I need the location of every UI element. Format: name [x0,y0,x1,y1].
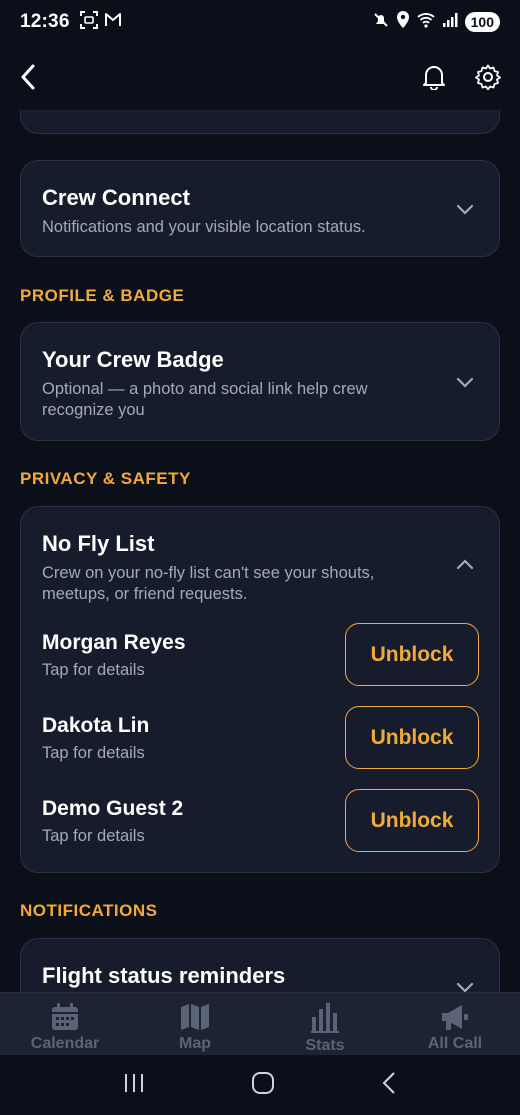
flight-status-title: Flight status reminders [42,963,286,988]
previous-card[interactable] [20,110,500,134]
app-header [0,44,520,110]
bottom-tab-bar: Calendar Map Stats All Call [0,992,520,1055]
home-icon[interactable] [251,1071,275,1100]
settings-scroll-area[interactable]: Crew Connect Notifications and your visi… [0,110,520,992]
unblock-button[interactable]: Unblock [345,623,479,686]
chevron-down-icon[interactable] [455,199,475,219]
gmail-icon [104,12,122,33]
unblock-button[interactable]: Unblock [345,706,479,769]
tab-label: Calendar [30,1035,100,1052]
recents-icon[interactable] [123,1073,145,1098]
unblock-button[interactable]: Unblock [345,789,479,852]
stats-icon [311,1003,339,1033]
status-time: 12:36 [20,11,70,32]
map-icon [181,1004,209,1030]
back-nav-icon[interactable] [381,1071,397,1100]
crew-connect-title: Crew Connect [42,185,190,210]
crew-connect-card[interactable]: Crew Connect Notifications and your visi… [20,160,500,257]
location-icon [396,11,410,33]
chevron-down-icon[interactable] [455,977,475,992]
megaphone-icon [442,1005,468,1030]
screenshot-icon [79,10,98,34]
gear-icon[interactable] [472,61,504,93]
list-item[interactable]: Morgan Reyes Tap for details Unblock [42,623,479,687]
list-item[interactable]: Demo Guest 2 Tap for details Unblock [42,789,479,853]
flight-status-card[interactable]: Flight status reminders [20,938,500,992]
wifi-icon [417,12,435,33]
chevron-up-icon[interactable] [455,555,475,575]
battery-indicator: 100 [464,12,500,32]
section-label-profile: PROFILE & BADGE [20,286,185,305]
back-arrow-icon[interactable] [12,61,44,93]
tab-calendar[interactable]: Calendar [0,993,130,1055]
chevron-down-icon[interactable] [455,372,475,392]
no-fly-list-card[interactable]: No Fly List Crew on your no-fly list can… [20,506,500,873]
system-navigation-bar [0,1055,520,1115]
bell-icon[interactable] [418,61,450,93]
no-fly-subtitle: Crew on your no-fly list can't see your … [42,564,375,603]
tab-map[interactable]: Map [130,993,260,1055]
tab-label: All Call [427,1035,483,1052]
tab-all-call[interactable]: All Call [390,993,520,1055]
status-bar: 12:36 100 [0,0,520,44]
list-item[interactable]: Dakota Lin Tap for details Unblock [42,706,479,770]
section-label-privacy: PRIVACY & SAFETY [20,469,191,488]
crew-badge-subtitle: Optional — a photo and social link help … [42,380,368,419]
crew-badge-card[interactable]: Your Crew Badge Optional — a photo and s… [20,322,500,441]
no-fly-title: No Fly List [42,531,155,556]
tab-label: Stats [305,1037,345,1054]
tab-stats[interactable]: Stats [260,993,390,1055]
signal-icon [442,12,458,33]
crew-badge-title: Your Crew Badge [42,347,224,372]
section-label-notifications: NOTIFICATIONS [20,901,158,920]
crew-connect-subtitle: Notifications and your visible location … [42,218,366,236]
calendar-icon [52,1003,78,1030]
mute-icon [373,12,389,33]
tab-label: Map [179,1035,211,1052]
